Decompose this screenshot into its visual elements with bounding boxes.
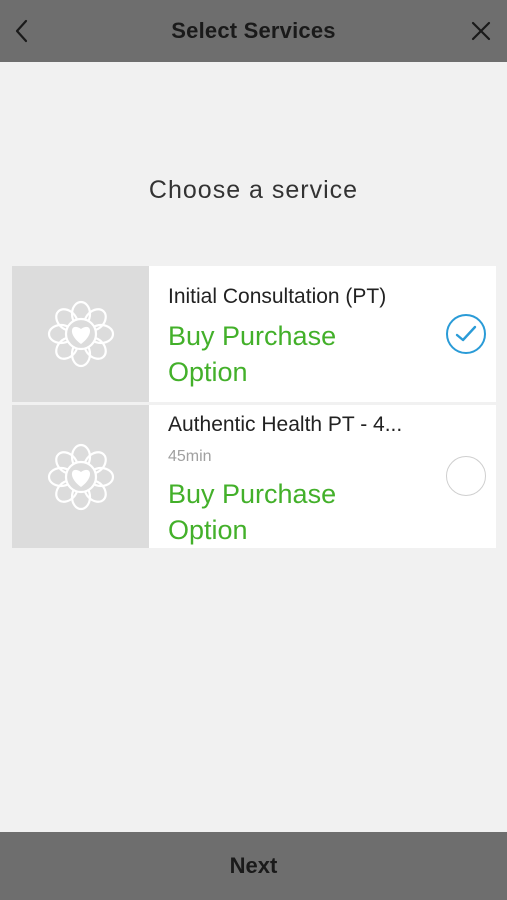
price-label-line2: Option [168,515,248,545]
service-price-option[interactable]: Buy Purchase Option [168,318,388,390]
heart-flower-logo-icon [47,300,114,368]
service-select-radio[interactable] [446,456,486,496]
service-details: Authentic Health PT - 4... 45min Buy Pur… [149,405,496,548]
service-duration: 45min [168,448,212,465]
price-label-line2: Option [168,357,248,387]
service-name: Initial Consultation (PT) [168,285,387,308]
service-details: Initial Consultation (PT) Buy Purchase O… [149,266,496,402]
service-select-radio-checked[interactable] [446,314,486,354]
service-thumbnail [12,405,149,548]
close-button[interactable] [463,13,499,49]
service-price-option[interactable]: Buy Purchase Option [168,476,388,548]
section-heading: Choose a service [148,176,359,204]
checkmark-icon [455,325,477,342]
close-icon [471,21,491,41]
header-bar: Select Services [0,0,507,62]
price-label-line1: Buy Purchase [168,479,337,509]
back-button[interactable] [6,13,38,49]
heart-flower-logo-icon [47,443,114,510]
chevron-left-icon [15,19,28,43]
next-button[interactable]: Next [0,832,507,900]
next-button-label: Next [229,853,278,878]
service-item-initial-consultation[interactable]: Initial Consultation (PT) Buy Purchase O… [12,266,496,402]
service-name: Authentic Health PT - 4... [168,413,403,436]
price-label-line1: Buy Purchase [168,321,337,351]
page-title: Select Services [171,18,336,43]
service-item-authentic-health-pt[interactable]: Authentic Health PT - 4... 45min Buy Pur… [12,405,496,548]
service-thumbnail [12,266,149,402]
